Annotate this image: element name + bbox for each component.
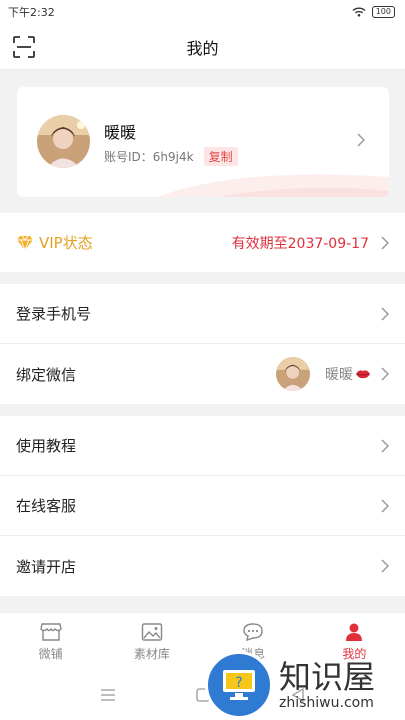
chevron-right-icon xyxy=(381,438,389,453)
tab-shop[interactable]: 微铺 xyxy=(0,613,101,670)
watermark: ? 知识屋 zhishiwu.com xyxy=(205,650,405,720)
tab-label: 微铺 xyxy=(38,646,63,661)
status-bar: 下午2:32 100 xyxy=(0,0,405,24)
lips-emoji-icon xyxy=(356,370,370,379)
chevron-right-icon xyxy=(381,306,389,321)
person-icon xyxy=(346,623,363,641)
wechat-avatar xyxy=(276,357,310,391)
vip-label: VIP状态 xyxy=(39,234,93,252)
row-login-phone[interactable]: 登录手机号 xyxy=(0,284,405,344)
nickname: 暖暖 xyxy=(104,123,137,142)
tab-label: 素材库 xyxy=(133,646,170,661)
watermark-cn: 知识屋 xyxy=(279,658,376,696)
menu-icon[interactable] xyxy=(100,689,116,701)
chat-icon xyxy=(243,622,263,641)
scan-icon[interactable] xyxy=(12,35,36,59)
row-bind-wechat[interactable]: 绑定微信 暖暖 xyxy=(0,344,405,404)
help-group: 使用教程 在线客服 邀请开店 xyxy=(0,416,405,596)
tab-material-library[interactable]: 素材库 xyxy=(101,613,202,670)
nav-bar: 我的 xyxy=(0,24,405,70)
battery-indicator: 100 xyxy=(371,6,395,18)
account-id: 账号ID：6h9j4k xyxy=(104,150,194,164)
vip-status-row[interactable]: VIP状态 有效期至2037-09-17 xyxy=(0,213,405,272)
svg-text:?: ? xyxy=(235,675,242,691)
row-label: 在线客服 xyxy=(16,497,77,515)
profile-card[interactable]: 暖暖 账号ID：6h9j4k 复制 xyxy=(17,87,389,197)
wechat-name: 暖暖 xyxy=(325,367,353,383)
diamond-icon xyxy=(17,235,33,251)
account-settings-group: 登录手机号 绑定微信 暖暖 xyxy=(0,284,405,404)
chevron-right-icon xyxy=(381,498,389,513)
shop-icon xyxy=(39,622,62,641)
vip-expiry: 有效期至2037-09-17 xyxy=(231,235,369,252)
page-title: 我的 xyxy=(186,38,219,58)
chevron-right-icon xyxy=(381,235,389,250)
row-tutorial[interactable]: 使用教程 xyxy=(0,416,405,476)
help-question-icon: ? xyxy=(205,651,273,719)
watermark-en: zhishiwu.com xyxy=(279,695,374,711)
row-label: 登录手机号 xyxy=(16,305,92,323)
row-label: 绑定微信 xyxy=(16,365,77,384)
row-label: 邀请开店 xyxy=(16,557,77,576)
chevron-right-icon xyxy=(357,133,365,147)
image-icon xyxy=(141,622,163,641)
status-time: 下午2:32 xyxy=(8,6,55,19)
profile-section: 暖暖 账号ID：6h9j4k 复制 xyxy=(0,70,405,202)
wifi-icon xyxy=(352,7,366,17)
chevron-right-icon xyxy=(381,367,389,381)
chevron-right-icon xyxy=(381,559,389,573)
copy-button[interactable]: 复制 xyxy=(203,147,238,166)
row-online-service[interactable]: 在线客服 xyxy=(0,476,405,536)
row-label: 使用教程 xyxy=(16,437,77,455)
avatar xyxy=(37,115,90,168)
row-invite-shop[interactable]: 邀请开店 xyxy=(0,536,405,596)
